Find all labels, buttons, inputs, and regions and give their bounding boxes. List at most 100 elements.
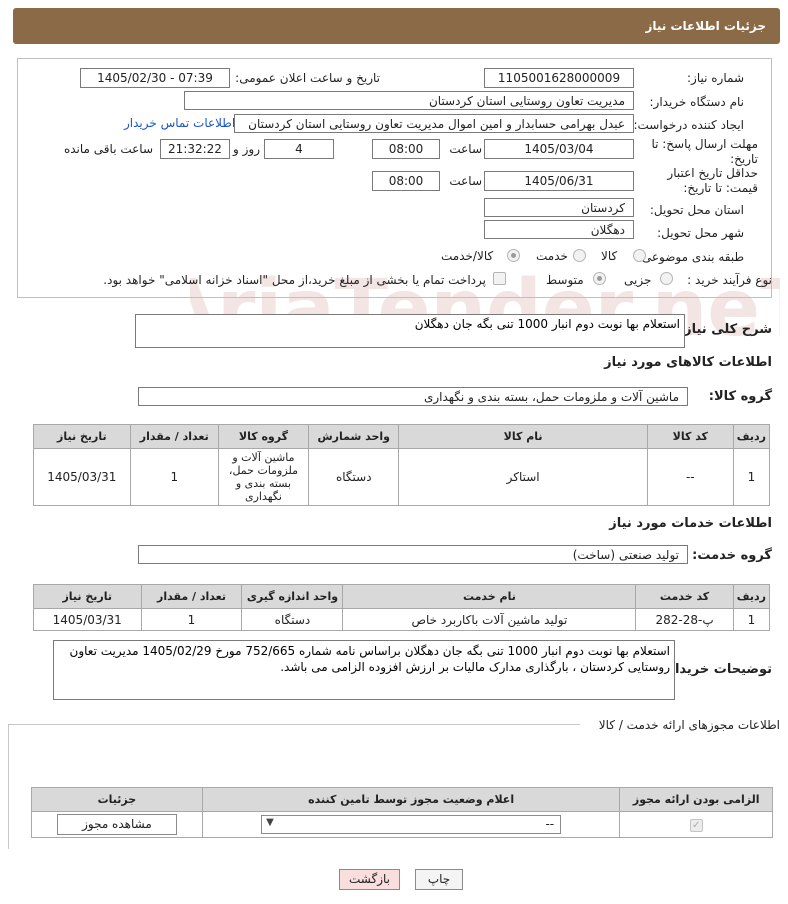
service-group-field[interactable]: تولید صنعتی (ساخت): [138, 545, 688, 564]
goods-group-label: گروه کالا:: [708, 389, 772, 404]
goods-table-header: ردیف کد کالا نام کالا واحد شمارش گروه کا…: [33, 424, 771, 449]
description-textarea[interactable]: استعلام بها نوبت دوم انبار 1000 تنی بگه …: [135, 314, 685, 348]
days-label: روز و: [233, 142, 260, 156]
goods-cell-date: 1405/03/31: [33, 448, 131, 506]
services-col-qty: تعداد / مقدار: [140, 584, 243, 609]
process-radio-minor[interactable]: [660, 272, 673, 285]
treasury-payment-note: پرداخت تمام یا بخشی از مبلغ خرید،از محل …: [103, 273, 486, 287]
city-field[interactable]: دهگلان: [484, 220, 634, 239]
goods-col-qty: تعداد / مقدار: [129, 424, 219, 449]
permit-required-checkbox[interactable]: ✓: [689, 818, 703, 832]
goods-section-title: اطلاعات کالاهای مورد نیاز: [604, 355, 772, 370]
page-header: جزئیات اطلاعات نیاز: [13, 8, 780, 44]
permits-left-border: [8, 724, 9, 849]
need-number-field[interactable]: 1105001628000009: [484, 68, 634, 88]
services-cell-row: 1: [732, 608, 771, 631]
services-col-unit: واحد اندازه گیری: [241, 584, 344, 609]
process-option-minor: جزیی: [624, 273, 652, 287]
goods-cell-row: 1: [732, 448, 771, 506]
permits-table: الزامی بودن ارائه مجوز اعلام وضعیت مجوز …: [31, 787, 773, 838]
buyer-notes-label: توضیحات خریدار:: [662, 662, 772, 677]
goods-cell-unit: دستگاه: [308, 448, 400, 506]
price-validity-label: حداقل تاریخ اعتبار قیمت: تا تاریخ:: [667, 166, 758, 195]
province-label: استان محل تحویل:: [649, 203, 744, 217]
services-section-title: اطلاعات خدمات مورد نیاز: [609, 516, 772, 531]
goods-col-row: ردیف: [732, 424, 771, 449]
goods-col-code: کد کالا: [646, 424, 734, 449]
permits-cell-required: ✓: [619, 811, 773, 838]
reply-time-field[interactable]: 08:00: [372, 139, 440, 159]
need-number-label: شماره نیاز:: [687, 71, 744, 85]
permits-divider: [8, 724, 580, 725]
price-time-label: ساعت: [449, 174, 482, 188]
print-button[interactable]: چاپ: [415, 869, 463, 890]
creator-label: ایجاد کننده درخواست:: [633, 118, 744, 132]
price-date-field[interactable]: 1405/06/31: [484, 171, 634, 191]
permits-cell-details: مشاهده مجوز: [31, 811, 203, 838]
city-label: شهر محل تحویل:: [657, 226, 744, 240]
permits-col-required: الزامی بودن ارائه مجوز: [619, 787, 773, 812]
goods-col-name: نام کالا: [398, 424, 648, 449]
services-col-date: تاریخ نیاز: [33, 584, 142, 609]
announce-label: تاریخ و ساعت اعلان عمومی:: [235, 71, 380, 85]
treasury-payment-checkbox[interactable]: [493, 272, 506, 285]
process-label: نوع فرآیند خرید :: [687, 273, 772, 287]
services-table-header: ردیف کد خدمت نام خدمت واحد اندازه گیری ت…: [33, 584, 771, 609]
goods-cell-qty: 1: [129, 448, 219, 506]
goods-cell-group: ماشین آلات و ملزومات حمل، بسته بندی و نگ…: [217, 448, 310, 506]
category-radio-goods[interactable]: [633, 249, 646, 262]
description-label: شرح کلی نیاز:: [678, 322, 772, 337]
days-remaining-field[interactable]: 4: [264, 139, 334, 159]
reply-time-label: ساعت: [449, 142, 482, 156]
permits-col-status: اعلام وضعیت مجوز توسط تامین کننده: [201, 787, 621, 812]
process-option-medium: متوسط: [546, 273, 584, 287]
view-permit-button[interactable]: مشاهده مجوز: [56, 814, 177, 835]
goods-col-unit: واحد شمارش: [308, 424, 400, 449]
services-cell-unit: دستگاه: [241, 608, 344, 631]
page-title: جزئیات اطلاعات نیاز: [645, 19, 766, 33]
category-radio-goods-service[interactable]: [507, 249, 520, 262]
chevron-down-icon: ▼: [266, 817, 274, 828]
announce-field[interactable]: 1405/02/30 - 07:39: [80, 68, 230, 88]
category-option-goods-service: کالا/خدمت: [441, 249, 494, 263]
reply-date-field[interactable]: 1405/03/04: [484, 139, 634, 159]
permits-col-details: جزئیات: [31, 787, 203, 812]
permits-table-header: الزامی بودن ارائه مجوز اعلام وضعیت مجوز …: [31, 787, 773, 812]
price-time-field[interactable]: 08:00: [372, 171, 440, 191]
goods-table-row: 1 -- استاکر دستگاه ماشین آلات و ملزومات …: [33, 448, 771, 506]
goods-col-date: تاریخ نیاز: [33, 424, 131, 449]
permits-section-title: اطلاعات مجوزهای ارائه خدمت / کالا: [598, 718, 780, 732]
goods-table: ردیف کد کالا نام کالا واحد شمارش گروه کا…: [33, 424, 771, 506]
buyer-notes-textarea[interactable]: استعلام بها نوبت دوم انبار 1000 تنی بگه …: [53, 640, 675, 700]
services-cell-name: تولید ماشین آلات باکاربرد خاص: [342, 608, 637, 631]
services-cell-qty: 1: [140, 608, 243, 631]
category-radio-service[interactable]: [573, 249, 586, 262]
buyer-org-label: نام دستگاه خریدار:: [649, 95, 745, 109]
back-button[interactable]: بازگشت: [339, 869, 400, 890]
goods-cell-code: --: [646, 448, 734, 506]
category-label: طبقه بندی موضوعی:: [637, 250, 744, 264]
services-table: ردیف کد خدمت نام خدمت واحد اندازه گیری ت…: [33, 584, 771, 631]
permit-status-select[interactable]: -- ▼: [261, 815, 562, 834]
reply-deadline-label: مهلت ارسال پاسخ: تا تاریخ:: [651, 137, 758, 166]
permits-table-row: ✓ -- ▼ مشاهده مجوز: [31, 811, 773, 838]
permits-cell-status: -- ▼: [201, 811, 621, 838]
services-cell-date: 1405/03/31: [33, 608, 142, 631]
goods-group-field[interactable]: ماشین آلات و ملزومات حمل، بسته بندی و نگ…: [138, 387, 688, 406]
process-radio-medium[interactable]: [593, 272, 606, 285]
buyer-org-field[interactable]: مدیریت تعاون روستایی استان کردستان: [184, 91, 634, 110]
buyer-contact-link[interactable]: اطلاعات تماس خریدار: [124, 116, 235, 130]
creator-field[interactable]: عبدل بهرامی حسابدار و امین اموال مدیریت …: [234, 114, 634, 133]
province-field[interactable]: کردستان: [484, 198, 634, 217]
time-remaining-field[interactable]: 21:32:22: [160, 139, 230, 159]
category-option-service: خدمت: [536, 249, 568, 263]
category-option-goods: کالا: [601, 249, 618, 263]
service-group-label: گروه خدمت:: [692, 548, 772, 563]
services-cell-code: پ-28-282: [635, 608, 734, 631]
services-col-name: نام خدمت: [342, 584, 637, 609]
services-table-row: 1 پ-28-282 تولید ماشین آلات باکاربرد خاص…: [33, 608, 771, 631]
goods-cell-name: استاکر: [398, 448, 648, 506]
services-col-row: ردیف: [732, 584, 771, 609]
permit-status-value: --: [545, 817, 555, 831]
services-col-code: کد خدمت: [635, 584, 734, 609]
